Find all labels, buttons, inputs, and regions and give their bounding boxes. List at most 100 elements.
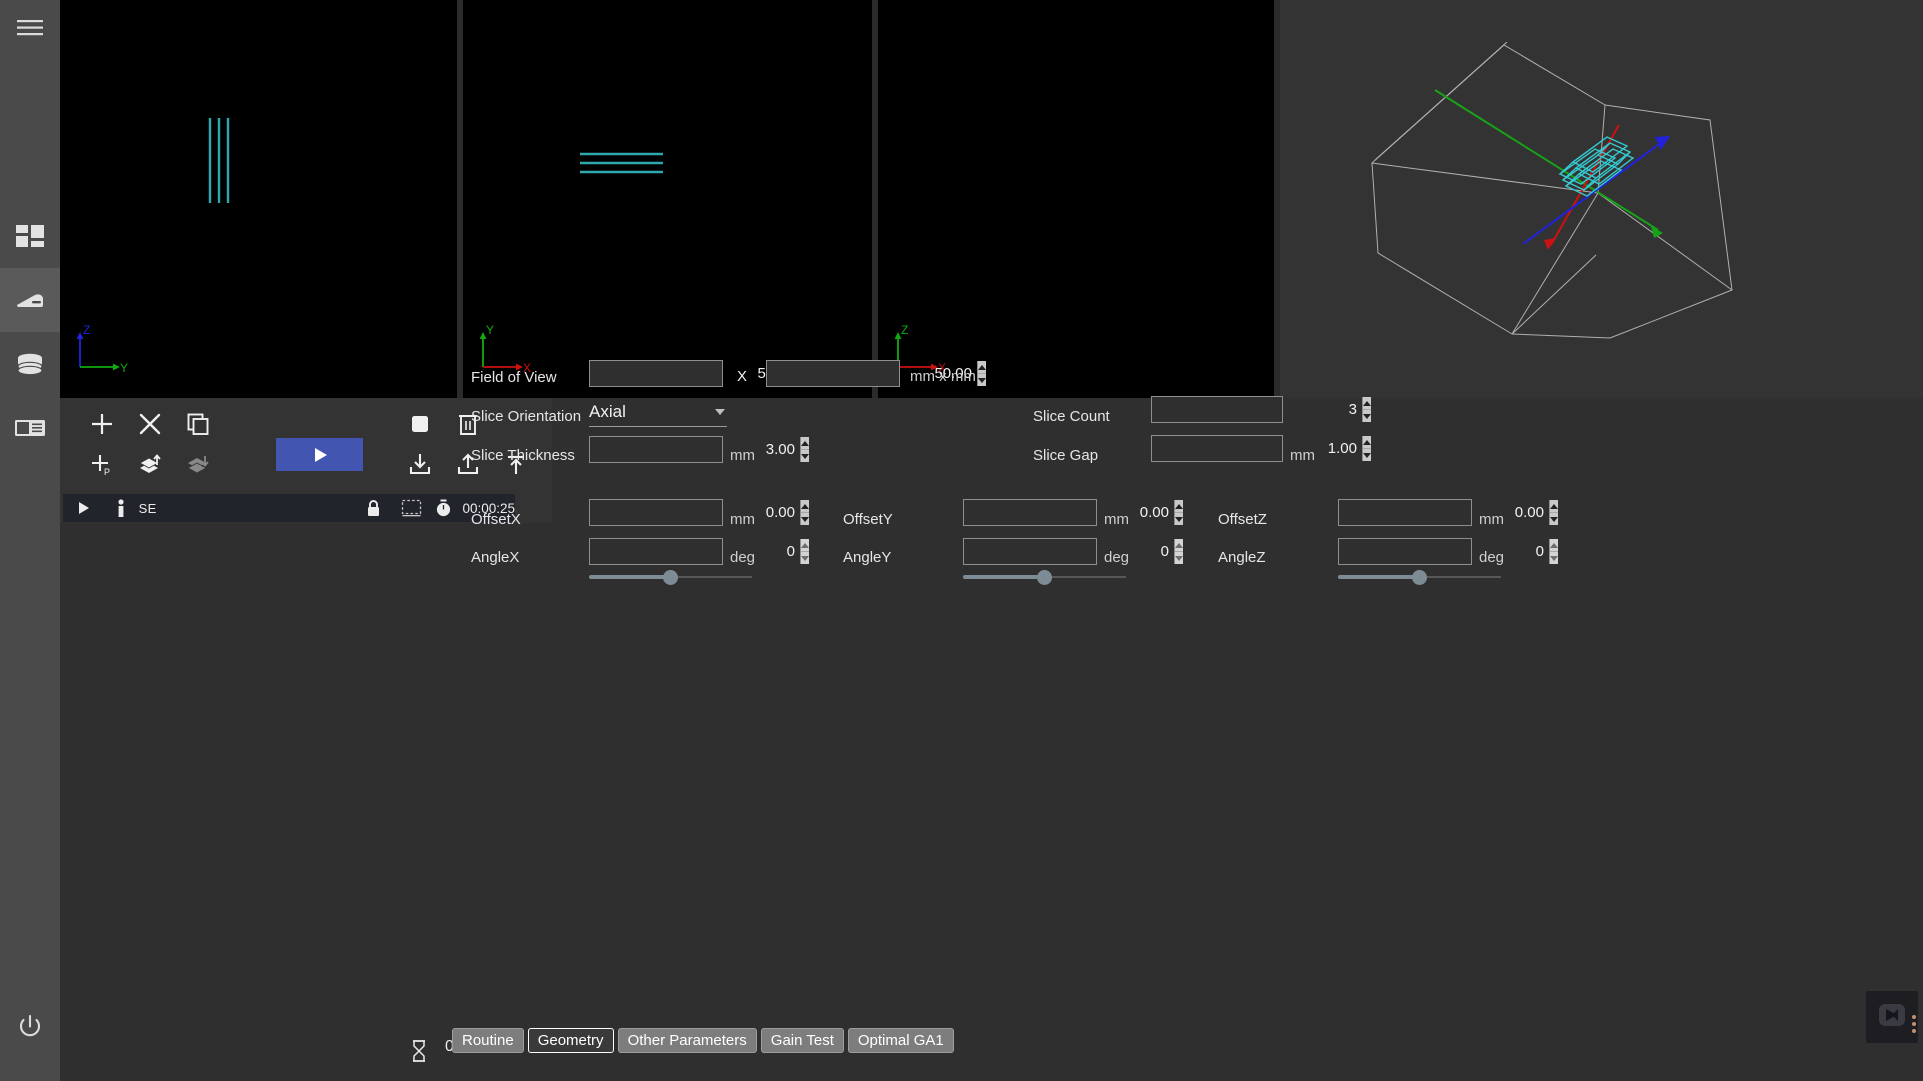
angle-y-increment[interactable] — [1175, 539, 1183, 552]
delete-icon[interactable] — [130, 406, 170, 442]
hamburger-menu-icon[interactable] — [0, 0, 60, 56]
field-of-view-y-increment[interactable] — [978, 361, 986, 374]
slice-gap-decrement[interactable] — [1363, 449, 1371, 461]
slice-gap-value[interactable] — [1152, 436, 1362, 461]
play-button[interactable] — [276, 438, 363, 471]
offset-y-increment[interactable] — [1175, 500, 1183, 513]
tab-geometry[interactable]: Geometry — [528, 1028, 614, 1053]
sequence-label: SE — [139, 494, 207, 522]
angle-x-input[interactable] — [589, 538, 723, 565]
sidebar-item-scanner[interactable] — [0, 268, 60, 332]
angle-y-value[interactable] — [964, 539, 1174, 564]
field-of-view-y-decrement[interactable] — [978, 374, 986, 386]
slice-orientation-select[interactable]: Axial — [589, 397, 727, 427]
tab-bar: Routine Geometry Other Parameters Gain T… — [452, 1028, 954, 1053]
offset-y-stepper[interactable] — [1174, 500, 1183, 525]
field-of-view-x-input[interactable] — [589, 360, 723, 387]
left-navigation-rail — [0, 0, 60, 1081]
viewport-axial[interactable]: Z X — [878, 0, 1274, 398]
angle-x-slider[interactable] — [589, 569, 752, 585]
offset-z-increment[interactable] — [1550, 500, 1558, 513]
svg-text:P: P — [104, 467, 110, 476]
angle-z-stepper[interactable] — [1549, 539, 1558, 564]
field-of-view-y-stepper[interactable] — [977, 361, 986, 386]
sidebar-item-dashboard[interactable] — [0, 204, 60, 268]
angle-x-increment[interactable] — [801, 539, 809, 552]
offset-x-input[interactable] — [589, 499, 723, 526]
field-of-view-unit: mm x mm — [910, 368, 976, 385]
widget-options-dots[interactable] — [1912, 1015, 1916, 1033]
offset-z-input[interactable] — [1338, 499, 1472, 526]
video-preview-widget[interactable] — [1866, 991, 1918, 1043]
tab-gain-test[interactable]: Gain Test — [761, 1028, 844, 1053]
angle-z-value[interactable] — [1339, 539, 1549, 564]
offset-z-value[interactable] — [1339, 500, 1549, 525]
add-protocol-icon[interactable]: P — [82, 446, 122, 482]
patient-icon — [104, 494, 139, 522]
svg-text:Z: Z — [83, 323, 90, 337]
slice-count-input[interactable] — [1151, 396, 1283, 423]
angle-y-stepper[interactable] — [1174, 539, 1183, 564]
sidebar-item-report[interactable] — [0, 396, 60, 460]
angle-z-increment[interactable] — [1550, 539, 1558, 552]
slice-count-label: Slice Count — [1033, 408, 1110, 425]
add-icon[interactable] — [82, 406, 122, 442]
angle-x-stepper[interactable] — [800, 539, 809, 564]
report-icon — [15, 418, 45, 438]
slice-thickness-decrement[interactable] — [801, 450, 809, 462]
sequence-row[interactable]: SE 00:00:25 — [63, 494, 515, 522]
angle-x-value[interactable] — [590, 539, 800, 564]
offset-y-decrement[interactable] — [1175, 513, 1183, 525]
slice-count-stepper[interactable] — [1362, 397, 1371, 422]
offset-x-stepper[interactable] — [800, 500, 809, 525]
slice-count-decrement[interactable] — [1363, 410, 1371, 422]
slice-thickness-input[interactable] — [589, 436, 723, 463]
offset-x-increment[interactable] — [801, 500, 809, 513]
selection-icon[interactable] — [392, 494, 431, 522]
angle-y-label: AngleY — [843, 549, 891, 566]
viewport-coronal[interactable]: Y X — [463, 0, 872, 398]
slice-thickness-increment[interactable] — [801, 437, 809, 450]
viewport-sagittal[interactable]: Z Y — [60, 0, 457, 398]
viewport-3d[interactable] — [1280, 0, 1923, 398]
slice-thickness-value[interactable] — [590, 437, 800, 462]
move-up-stack-icon[interactable] — [130, 446, 170, 482]
angle-y-unit: deg — [1104, 549, 1129, 566]
offset-z-label: OffsetZ — [1218, 511, 1267, 528]
lock-icon[interactable] — [354, 494, 393, 522]
slice-gap-increment[interactable] — [1363, 436, 1371, 449]
slice-count-increment[interactable] — [1363, 397, 1371, 410]
power-button[interactable] — [0, 995, 60, 1059]
slice-gap-stepper[interactable] — [1362, 436, 1371, 461]
angle-y-input[interactable] — [963, 538, 1097, 565]
offset-x-decrement[interactable] — [801, 513, 809, 525]
tab-optimal-ga1[interactable]: Optimal GA1 — [848, 1028, 954, 1053]
angle-z-decrement[interactable] — [1550, 552, 1558, 564]
angle-z-input[interactable] — [1338, 538, 1472, 565]
slice-orientation-value: Axial — [589, 402, 715, 422]
offset-x-value[interactable] — [590, 500, 800, 525]
slice-gap-input[interactable] — [1151, 435, 1283, 462]
tab-other-parameters[interactable]: Other Parameters — [618, 1028, 757, 1053]
slice-count-value[interactable] — [1152, 397, 1362, 422]
toolbar-left-group: P — [78, 404, 222, 484]
slice-thickness-stepper[interactable] — [800, 437, 809, 462]
download-icon[interactable] — [400, 446, 440, 482]
hourglass-icon — [410, 1040, 428, 1067]
slice-gap-label: Slice Gap — [1033, 447, 1098, 464]
offset-y-value[interactable] — [964, 500, 1174, 525]
field-of-view-y-input[interactable] — [766, 360, 900, 387]
offset-y-input[interactable] — [963, 499, 1097, 526]
offset-z-stepper[interactable] — [1549, 500, 1558, 525]
copy-icon[interactable] — [178, 406, 218, 442]
angle-y-decrement[interactable] — [1175, 552, 1183, 564]
play-small-icon[interactable] — [63, 494, 104, 522]
angle-z-slider[interactable] — [1338, 569, 1501, 585]
offset-z-decrement[interactable] — [1550, 513, 1558, 525]
angle-y-slider[interactable] — [963, 569, 1126, 585]
tab-routine[interactable]: Routine — [452, 1028, 524, 1053]
stop-icon[interactable] — [400, 406, 440, 442]
angle-x-decrement[interactable] — [801, 552, 809, 564]
sidebar-item-database[interactable] — [0, 332, 60, 396]
move-down-stack-icon[interactable] — [178, 446, 218, 482]
